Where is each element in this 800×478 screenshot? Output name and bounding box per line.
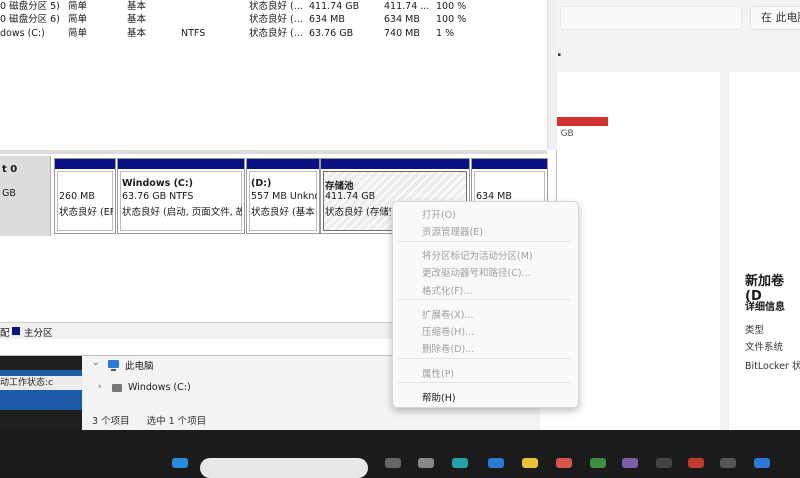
menu-separator xyxy=(398,382,570,383)
chevron-right-icon[interactable]: › xyxy=(98,382,102,392)
volume-type: 基本 xyxy=(127,1,147,12)
volume-free: 634 MB xyxy=(384,14,420,25)
volume-status: 状态良好 (... xyxy=(249,14,303,25)
file-explorer-icon[interactable] xyxy=(522,458,538,468)
nav-item-label: Windows (C:) xyxy=(128,382,191,393)
search-input[interactable]: 在 此电脑 xyxy=(750,6,800,30)
menu-item-mark-active[interactable]: 将分区标记为活动分区(M) xyxy=(422,248,533,262)
disk-size: GB xyxy=(2,188,16,199)
partition-windows-c[interactable]: Windows (C:) 63.76 GB NTFS 状态良好 (启动, 页面文… xyxy=(117,158,245,234)
menu-item-format[interactable]: 格式化(F)... xyxy=(422,283,472,297)
address-bar[interactable] xyxy=(560,6,742,30)
details-bitlocker-label: BitLocker 状 xyxy=(745,361,800,372)
app-icon[interactable] xyxy=(688,458,704,468)
partition-header xyxy=(472,159,547,169)
menu-item-delete-volume[interactable]: 删除卷(D)... xyxy=(422,341,474,355)
menu-item-extend-volume[interactable]: 扩展卷(X)... xyxy=(422,307,473,321)
app-icon[interactable] xyxy=(656,458,672,468)
volume-name: dows (C:) xyxy=(0,28,45,39)
app-icon[interactable] xyxy=(556,458,572,468)
edge-icon[interactable] xyxy=(452,458,468,468)
partition-d[interactable]: (D:) 557 MB Unknc 状态良好 (基本 xyxy=(246,158,320,234)
volume-name: 0 磁盘分区 5) xyxy=(0,1,60,12)
item-count: 3 个项目 xyxy=(92,416,130,427)
nav-item-this-pc[interactable]: ⌄ 此电脑 xyxy=(92,358,202,374)
background-window-label: 动工作状态:c xyxy=(0,376,82,390)
menu-item-properties[interactable]: 属性(P) xyxy=(422,366,454,380)
partition-header xyxy=(321,159,469,169)
volume-layout: 简单 xyxy=(68,1,88,12)
partition-title: (D:) xyxy=(251,178,272,189)
volume-status: 状态良好 (... xyxy=(249,1,303,12)
volume-type: 基本 xyxy=(127,28,147,39)
drive-icon xyxy=(112,384,122,392)
start-icon[interactable] xyxy=(172,458,188,468)
volume-layout: 简单 xyxy=(68,28,88,39)
volume-free: 740 MB xyxy=(384,28,420,39)
nav-item-windows-c[interactable]: › Windows (C:) xyxy=(98,382,208,398)
menu-separator xyxy=(398,241,570,242)
details-title: 详细信息 xyxy=(745,302,785,313)
volume-capacity: 63.76 GB xyxy=(309,28,354,39)
context-menu xyxy=(392,201,579,408)
app-icon[interactable] xyxy=(720,458,736,468)
partition-size: 557 MB Unknc xyxy=(251,191,317,202)
partition-title: 存储池 xyxy=(325,181,354,192)
disk-0-label[interactable]: t 0 GB xyxy=(0,156,51,236)
menu-item-help[interactable]: 帮助(H) xyxy=(422,390,456,404)
partition-size: 63.76 GB NTFS xyxy=(122,191,194,202)
partition-status: 状态良好 (基本 xyxy=(251,207,315,218)
volume-capacity: 634 MB xyxy=(309,14,345,25)
menu-separator xyxy=(398,299,570,300)
volume-name: 0 磁盘分区 6) xyxy=(0,14,60,25)
task-view-icon[interactable] xyxy=(385,458,401,468)
partition-header xyxy=(118,159,244,169)
volume-capacity: 411.74 GB xyxy=(309,1,360,12)
menu-separator xyxy=(398,358,570,359)
status-bar: 3 个项目 选中 1 个项目 xyxy=(92,413,220,427)
menu-item-explorer[interactable]: 资源管理器(E) xyxy=(422,224,483,238)
app-icon[interactable] xyxy=(622,458,638,468)
volume-status: 状态良好 (... xyxy=(249,28,303,39)
menu-item-change-drive-letter[interactable]: 更改驱动器号和路径(C)... xyxy=(422,265,531,279)
volume-type: 基本 xyxy=(127,14,147,25)
partition-status: 状态良好 (启动, 页面文件, 故 xyxy=(122,207,242,218)
menu-item-open[interactable]: 打开(O) xyxy=(422,207,456,221)
partition-status: 状态良好 (存储空 xyxy=(325,207,391,218)
partition-size: 260 MB xyxy=(59,191,95,202)
partition-header xyxy=(55,159,115,169)
volume-layout: 简单 xyxy=(68,14,88,25)
primary-partition-swatch xyxy=(12,327,20,335)
partition-title: Windows (C:) xyxy=(122,178,194,189)
app-icon[interactable] xyxy=(590,458,606,468)
nav-item-label: 此电脑 xyxy=(125,361,154,372)
details-pane xyxy=(728,72,800,430)
partition-header xyxy=(247,159,319,169)
partition-efi[interactable]: 260 MB 状态良好 (EF xyxy=(54,158,116,234)
legend-unallocated-label: 配 xyxy=(0,328,10,339)
volume-free-percent: 100 % xyxy=(436,14,467,25)
chevron-down-icon[interactable]: ⌄ xyxy=(92,358,100,368)
legend-primary-label: 主分区 xyxy=(24,328,53,339)
drive-usage-bar xyxy=(548,117,608,126)
menu-item-shrink-volume[interactable]: 压缩卷(H)... xyxy=(422,324,474,338)
volume-free-percent: 1 % xyxy=(436,28,455,39)
volume-free: 411.74 ... xyxy=(384,1,430,12)
store-icon[interactable] xyxy=(488,458,504,468)
selected-count: 选中 1 个项目 xyxy=(146,416,207,427)
volume-list-scrollbar[interactable] xyxy=(547,0,557,150)
volume-filesystem: NTFS xyxy=(181,28,206,39)
disk-number: t 0 xyxy=(2,164,18,175)
taskbar-search-box[interactable] xyxy=(200,458,368,478)
app-icon[interactable] xyxy=(418,458,434,468)
computer-icon xyxy=(108,360,119,371)
details-type-label: 类型 xyxy=(745,325,765,336)
partition-status: 状态良好 (EF xyxy=(59,207,113,218)
volume-free-percent: 100 % xyxy=(436,1,467,12)
details-filesystem-label: 文件系统 xyxy=(745,342,784,353)
app-icon[interactable] xyxy=(754,458,770,468)
